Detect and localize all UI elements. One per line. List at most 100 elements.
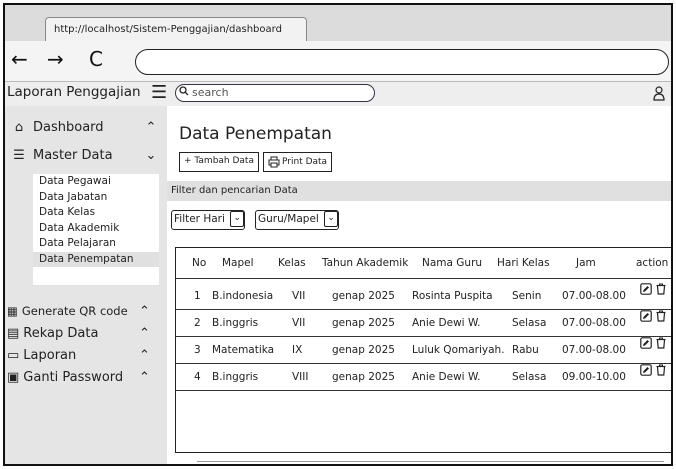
- sidebar-item-label: Laporan: [23, 348, 77, 363]
- master-data-submenu: Data Pegawai Data Jabatan Data Kelas Dat…: [33, 174, 159, 285]
- cell-kelas: IX: [292, 344, 303, 356]
- reload-button[interactable]: C: [89, 47, 103, 71]
- filter-day-dropdown[interactable]: Filter Hari ⌄: [171, 210, 246, 230]
- cell-tahun: genap 2025: [332, 317, 395, 329]
- column-header: No: [192, 257, 207, 269]
- cell-guru: Anie Dewi W.: [412, 317, 481, 329]
- cell-no: 2: [194, 317, 201, 329]
- table-row: 3 Matematika IX genap 2025 Luluk Qomariy…: [176, 337, 671, 364]
- browser-tab-bar: http://localhost/Sistem-Penggajian/dashb…: [5, 5, 671, 41]
- cell-action: [640, 283, 667, 295]
- cell-mapel: Matematika: [212, 344, 275, 356]
- user-icon[interactable]: [653, 83, 665, 103]
- sidebar: ⌂ Dashboard ⌃ ☰ Master Data ⌄ Data Pegaw…: [5, 106, 167, 464]
- table-row: 2 B.inggris VII genap 2025 Anie Dewi W. …: [176, 310, 671, 337]
- lock-icon: ▣: [7, 370, 20, 385]
- search-placeholder: search: [192, 86, 229, 99]
- print-button-label: Print Data: [282, 156, 328, 167]
- chevron-down-icon: ⌄: [230, 211, 245, 227]
- print-data-button[interactable]: Print Data: [263, 152, 333, 172]
- sidebar-item-label: Dashboard: [33, 120, 104, 135]
- column-header: Hari Kelas: [497, 257, 550, 269]
- sidebar-item-data-penempatan[interactable]: Data Penempatan: [33, 251, 159, 267]
- add-data-button[interactable]: + Tambah Data: [179, 152, 259, 172]
- column-header: Jam: [576, 257, 596, 269]
- browser-tab[interactable]: http://localhost/Sistem-Penggajian/dashb…: [45, 17, 307, 41]
- cell-jam: 09.00-10.00: [562, 371, 626, 383]
- chevron-down-icon: ⌄: [324, 211, 339, 227]
- edit-icon[interactable]: [640, 310, 652, 322]
- cell-hari: Selasa: [512, 371, 547, 383]
- trash-icon[interactable]: [655, 337, 667, 349]
- cell-action: [640, 364, 667, 376]
- cell-jam: 07.00-08.00: [562, 290, 626, 302]
- sidebar-item-master-data[interactable]: ☰ Master Data ⌄: [11, 148, 156, 163]
- cell-mapel: B.inggris: [212, 371, 259, 383]
- filter-day-label: Filter Hari: [174, 213, 225, 225]
- edit-icon[interactable]: [640, 283, 652, 295]
- sidebar-item-dashboard[interactable]: ⌂ Dashboard ⌃: [11, 120, 157, 135]
- cell-guru: Rosinta Puspita: [412, 290, 493, 302]
- sidebar-item-data-akademik[interactable]: Data Akademik: [33, 221, 159, 237]
- sidebar-item-generate-qr[interactable]: ▦ Generate QR code ⌃: [7, 304, 150, 319]
- qr-code-icon: ▦: [7, 304, 18, 318]
- sidebar-item-rekap-data[interactable]: ▤ Rekap Data ⌃: [7, 326, 150, 341]
- cell-guru: Luluk Qomariyah.: [412, 344, 505, 356]
- cell-jam: 07.00-08.00: [562, 344, 626, 356]
- database-icon: ☰: [13, 148, 25, 163]
- cell-mapel: B.indonesia: [212, 290, 274, 302]
- forward-button[interactable]: →: [47, 47, 64, 71]
- trash-icon[interactable]: [655, 310, 667, 322]
- printer-icon: [268, 156, 280, 168]
- cell-kelas: VII: [292, 317, 306, 329]
- chevron-up-icon: ⌃: [139, 326, 150, 341]
- cell-hari: Selasa: [512, 317, 547, 329]
- app-header: Laporan Penggajian ☰ search: [5, 82, 671, 107]
- table-header-row: No Mapel Kelas Tahun Akademik Nama Guru …: [176, 248, 671, 279]
- chevron-up-icon: ⌃: [139, 304, 150, 319]
- sidebar-item-laporan[interactable]: ▭ Laporan ⌃: [7, 348, 150, 363]
- sidebar-item-data-kelas[interactable]: Data Kelas: [33, 205, 159, 221]
- cell-mapel: B.inggris: [212, 317, 259, 329]
- app-title: Laporan Penggajian: [7, 84, 141, 100]
- filter-section-header: Filter dan pencarian Data: [167, 181, 671, 201]
- cell-action: [640, 310, 667, 322]
- filter-teacher-dropdown[interactable]: Guru/Mapel ⌄: [255, 210, 340, 230]
- sidebar-item-data-pelajaran[interactable]: Data Pelajaran: [33, 236, 159, 252]
- cell-action: [640, 337, 667, 349]
- hamburger-icon[interactable]: ☰: [151, 82, 167, 103]
- sidebar-item-label: Generate QR code: [21, 304, 128, 318]
- browser-nav-bar: ← → C: [5, 41, 671, 82]
- cell-no: 1: [194, 290, 201, 302]
- main-content: Data Penempatan + Tambah Data Print Data…: [167, 106, 671, 464]
- trash-icon[interactable]: [655, 364, 667, 376]
- column-header: Mapel: [222, 257, 254, 269]
- table-row: 4 B.inggris VIII genap 2025 Anie Dewi W.…: [176, 364, 671, 391]
- column-header: action: [636, 257, 669, 269]
- cell-no: 3: [194, 344, 201, 356]
- cell-kelas: VIII: [292, 371, 309, 383]
- back-button[interactable]: ←: [11, 47, 28, 71]
- sidebar-item-ganti-password[interactable]: ▣ Ganti Password ⌃: [7, 370, 150, 385]
- sidebar-item-data-pegawai[interactable]: Data Pegawai: [33, 174, 159, 190]
- divider: [197, 461, 664, 462]
- page-title: Data Penempatan: [179, 124, 332, 144]
- cell-guru: Anie Dewi W.: [412, 371, 481, 383]
- table-row: 1 B.indonesia VII genap 2025 Rosinta Pus…: [176, 283, 671, 310]
- search-input[interactable]: search: [175, 84, 375, 102]
- filter-teacher-label: Guru/Mapel: [258, 213, 319, 225]
- sidebar-item-label: Rekap Data: [23, 326, 99, 341]
- cell-tahun: genap 2025: [332, 344, 395, 356]
- search-icon: [179, 85, 189, 100]
- chevron-up-icon: ⌃: [139, 370, 150, 385]
- trash-icon[interactable]: [655, 283, 667, 295]
- report-icon: ▭: [7, 348, 20, 363]
- cell-tahun: genap 2025: [332, 290, 395, 302]
- url-input[interactable]: [135, 49, 669, 75]
- edit-icon[interactable]: [640, 364, 652, 376]
- chevron-down-icon: ⌄: [145, 148, 157, 163]
- cell-kelas: VII: [292, 290, 306, 302]
- edit-icon[interactable]: [640, 337, 652, 349]
- sidebar-item-label: Master Data: [33, 148, 113, 163]
- sidebar-item-data-jabatan[interactable]: Data Jabatan: [33, 190, 159, 206]
